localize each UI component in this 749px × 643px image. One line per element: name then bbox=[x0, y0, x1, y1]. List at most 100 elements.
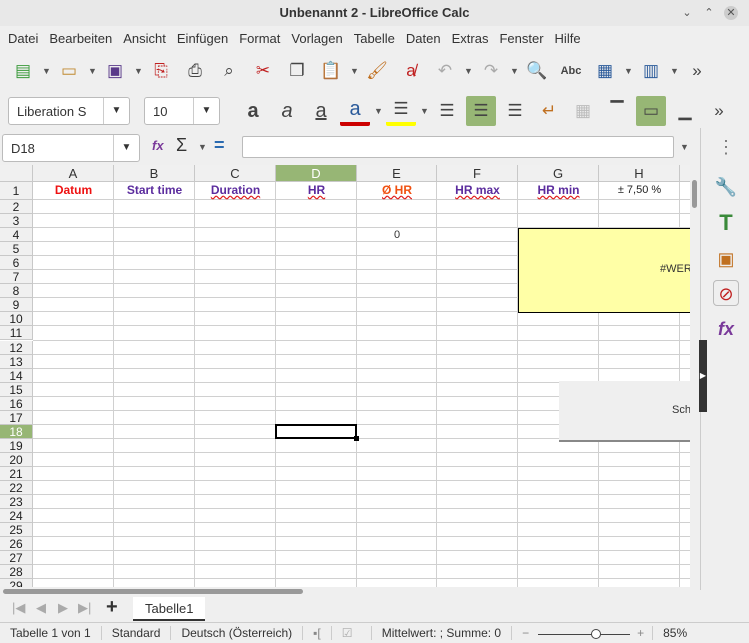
spreadsheet-grid[interactable]: A B C D E F G H 1 2 3 4 5 6 7 8 9 10 11 12 13 14 15 16 17 18 19 20 2… bbox=[0, 165, 690, 587]
chevron-down-icon[interactable]: ▼ bbox=[103, 98, 129, 124]
column-header-c[interactable]: C bbox=[195, 165, 276, 182]
row-header-25[interactable]: 25 bbox=[0, 523, 33, 538]
header-cell-h1[interactable]: ± 7,50 % bbox=[599, 182, 680, 199]
language[interactable]: Deutsch (Österreich) bbox=[171, 626, 304, 640]
row-header-5[interactable]: 5 bbox=[0, 242, 33, 257]
menu-hilfe[interactable]: Hilfe bbox=[551, 31, 588, 46]
row-header-9[interactable]: 9 bbox=[0, 298, 33, 313]
styles-icon[interactable]: T bbox=[713, 210, 739, 236]
row-header-6[interactable]: 6 bbox=[0, 256, 33, 271]
export-pdf-icon[interactable]: ⎘ bbox=[146, 56, 176, 86]
column-header-d[interactable]: D bbox=[276, 165, 357, 182]
clear-formatting-icon[interactable]: a̸ bbox=[396, 56, 426, 86]
save-icon[interactable]: ▣ bbox=[100, 56, 130, 86]
row-header-4[interactable]: 4 bbox=[0, 228, 33, 243]
row-header-16[interactable]: 16 bbox=[0, 396, 33, 411]
formula-input[interactable] bbox=[242, 136, 674, 158]
header-cell-a1[interactable]: Datum bbox=[33, 182, 114, 199]
prev-sheet-icon[interactable]: ◀ bbox=[36, 600, 46, 616]
scrollbar-thumb[interactable] bbox=[692, 180, 697, 208]
function-wizard-icon[interactable]: fx bbox=[152, 138, 164, 153]
dropdown-arrow-icon[interactable]: ▼ bbox=[198, 142, 207, 152]
row-header-7[interactable]: 7 bbox=[0, 270, 33, 285]
formula-icon[interactable]: = bbox=[214, 135, 225, 156]
dropdown-arrow-icon[interactable]: ▼ bbox=[374, 106, 383, 116]
row-header-3[interactable]: 3 bbox=[0, 214, 33, 229]
expand-formula-icon[interactable]: ▼ bbox=[680, 142, 689, 152]
undo-icon[interactable]: ↶ bbox=[430, 56, 460, 86]
align-middle-icon[interactable]: ▭ bbox=[636, 96, 666, 126]
menu-format[interactable]: Format bbox=[235, 31, 287, 46]
align-top-icon[interactable]: ▔ bbox=[602, 96, 632, 126]
copy-icon[interactable]: ❐ bbox=[282, 56, 312, 86]
cell-e4[interactable]: 0 bbox=[357, 228, 437, 242]
italic-icon[interactable]: a bbox=[272, 96, 302, 126]
row-icon[interactable]: ▦ bbox=[590, 56, 620, 86]
row-header-24[interactable]: 24 bbox=[0, 509, 33, 524]
form-button[interactable]: Sch bbox=[559, 381, 690, 442]
dropdown-arrow-icon[interactable]: ▼ bbox=[624, 66, 633, 76]
scrollbar-thumb[interactable] bbox=[3, 589, 303, 594]
dropdown-arrow-icon[interactable]: ▼ bbox=[88, 66, 97, 76]
menu-einfuegen[interactable]: Einfügen bbox=[173, 31, 235, 46]
chevron-down-icon[interactable]: ▼ bbox=[113, 135, 139, 161]
select-all-corner[interactable] bbox=[0, 165, 33, 182]
zoom-slider-knob[interactable] bbox=[591, 629, 602, 639]
maximize-button[interactable]: ⌃ bbox=[702, 6, 716, 20]
menu-fenster[interactable]: Fenster bbox=[495, 31, 550, 46]
open-folder-icon[interactable]: ▭ bbox=[54, 56, 84, 86]
column-header-h[interactable]: H bbox=[599, 165, 680, 182]
dropdown-arrow-icon[interactable]: ▼ bbox=[134, 66, 143, 76]
page-style[interactable]: Standard bbox=[102, 626, 172, 640]
next-sheet-icon[interactable]: ▶ bbox=[58, 600, 68, 616]
menu-daten[interactable]: Daten bbox=[402, 31, 448, 46]
more-options-icon[interactable]: » bbox=[682, 56, 712, 86]
row-header-2[interactable]: 2 bbox=[0, 200, 33, 215]
align-center-icon[interactable]: ☰ bbox=[466, 96, 496, 126]
close-button[interactable]: ✕ bbox=[724, 6, 738, 20]
merge-cells-icon[interactable]: ▦ bbox=[568, 96, 598, 126]
cut-icon[interactable]: ✂ bbox=[248, 56, 278, 86]
dropdown-arrow-icon[interactable]: ▼ bbox=[510, 66, 519, 76]
row-header-17[interactable]: 17 bbox=[0, 410, 33, 425]
zoom-slider[interactable]: − + bbox=[512, 626, 652, 640]
print-icon[interactable]: ⎙ bbox=[180, 56, 210, 86]
header-cell-g1[interactable]: HR min bbox=[518, 182, 599, 199]
more-options-icon[interactable]: » bbox=[704, 96, 734, 126]
row-header-21[interactable]: 21 bbox=[0, 466, 33, 481]
row-header-15[interactable]: 15 bbox=[0, 382, 33, 397]
header-cell-b1[interactable]: Start time bbox=[114, 182, 195, 199]
spelling-icon[interactable]: Abc bbox=[556, 56, 586, 86]
find-replace-icon[interactable]: 🔍 bbox=[522, 56, 552, 86]
row-header-29[interactable]: 29 bbox=[0, 579, 33, 587]
dropdown-arrow-icon[interactable]: ▼ bbox=[350, 66, 359, 76]
row-header-8[interactable]: 8 bbox=[0, 284, 33, 299]
font-color-icon[interactable]: a bbox=[340, 96, 370, 126]
paste-icon[interactable]: 📋 bbox=[316, 56, 346, 86]
chevron-down-icon[interactable]: ▼ bbox=[193, 98, 219, 124]
text-box-shape[interactable]: #WER bbox=[518, 228, 690, 313]
row-header-11[interactable]: 11 bbox=[0, 326, 33, 341]
print-preview-icon[interactable]: ⌕ bbox=[214, 56, 244, 86]
horizontal-scrollbar[interactable] bbox=[0, 587, 700, 597]
font-size-combo[interactable]: 10 ▼ bbox=[144, 97, 220, 125]
navigator-icon[interactable]: ⊘ bbox=[713, 280, 739, 306]
align-bottom-icon[interactable]: ▁ bbox=[670, 96, 700, 126]
dropdown-arrow-icon[interactable]: ▼ bbox=[464, 66, 473, 76]
row-header-28[interactable]: 28 bbox=[0, 565, 33, 580]
row-header-10[interactable]: 10 bbox=[0, 312, 33, 327]
row-header-22[interactable]: 22 bbox=[0, 481, 33, 496]
row-header-1[interactable]: 1 bbox=[0, 182, 33, 200]
properties-icon[interactable]: 🔧 bbox=[713, 174, 739, 200]
gallery-icon[interactable]: ▣ bbox=[713, 246, 739, 272]
row-header-19[interactable]: 19 bbox=[0, 438, 33, 453]
add-sheet-button[interactable]: + bbox=[106, 596, 118, 619]
row-header-20[interactable]: 20 bbox=[0, 452, 33, 467]
align-left-icon[interactable]: ☰ bbox=[432, 96, 462, 126]
menu-ansicht[interactable]: Ansicht bbox=[119, 31, 173, 46]
column-icon[interactable]: ▥ bbox=[636, 56, 666, 86]
column-header-g[interactable]: G bbox=[518, 165, 599, 182]
menu-tabelle[interactable]: Tabelle bbox=[350, 31, 402, 46]
column-header-f[interactable]: F bbox=[437, 165, 518, 182]
column-header-b[interactable]: B bbox=[114, 165, 195, 182]
